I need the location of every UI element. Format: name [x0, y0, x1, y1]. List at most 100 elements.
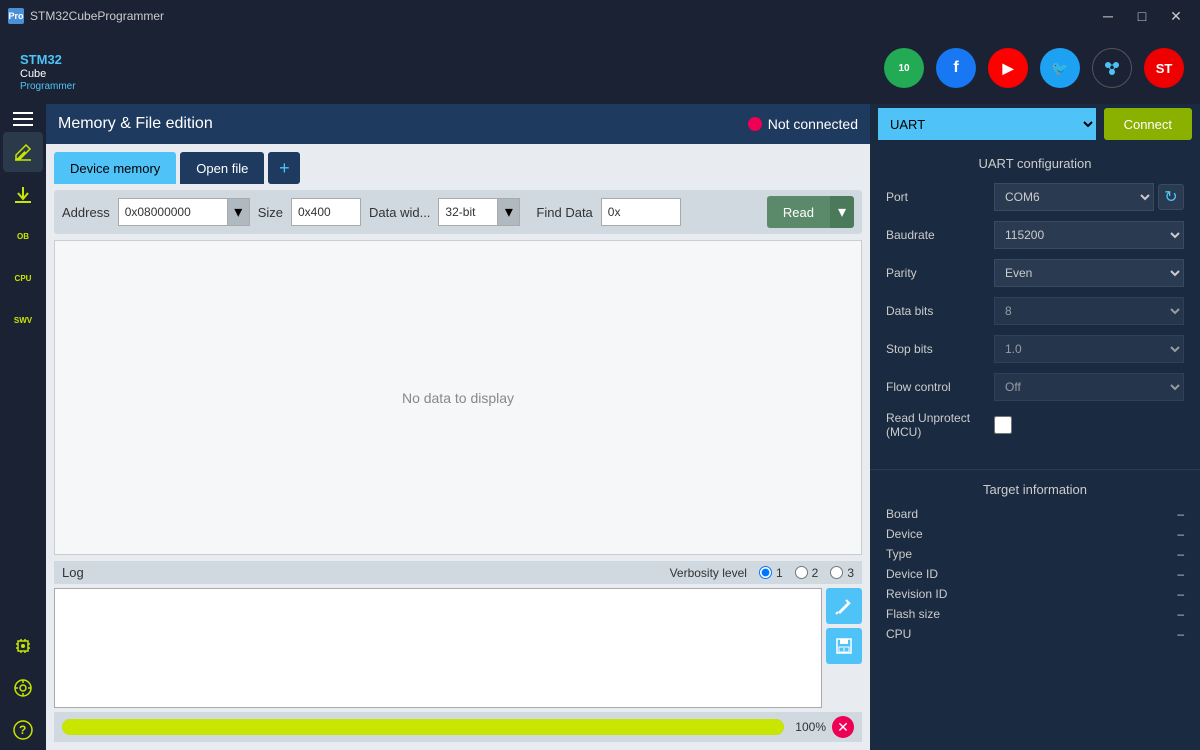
- baudrate-row: Baudrate 115200: [886, 221, 1184, 249]
- verbosity-3-radio[interactable]: [830, 566, 843, 579]
- interface-select[interactable]: UART: [878, 108, 1096, 140]
- sidebar: OB CPU SWV: [0, 104, 46, 750]
- minimize-button[interactable]: ─: [1092, 6, 1124, 26]
- parity-select[interactable]: Even: [994, 259, 1184, 287]
- stop-bits-label: Stop bits: [886, 342, 986, 356]
- type-label: Type: [886, 547, 1177, 561]
- log-textarea[interactable]: [54, 588, 822, 708]
- 10year-icon[interactable]: 10: [884, 48, 924, 88]
- data-bits-label: Data bits: [886, 304, 986, 318]
- verbosity-2-radio[interactable]: [795, 566, 808, 579]
- right-panel-top: UART Connect: [870, 104, 1200, 144]
- parity-label: Parity: [886, 266, 986, 280]
- verbosity-2[interactable]: 2: [795, 566, 819, 580]
- data-display-area: No data to display: [54, 240, 862, 555]
- community-svg: [1101, 57, 1123, 79]
- sidebar-item-ob[interactable]: OB: [3, 216, 43, 256]
- sidebar-item-swv[interactable]: SWV: [3, 300, 43, 340]
- read-btn-group: Read ▾: [767, 196, 854, 228]
- sidebar-item-help[interactable]: ?: [3, 710, 43, 750]
- connection-status: Not connected: [748, 116, 858, 132]
- port-refresh-button[interactable]: ↻: [1158, 184, 1184, 210]
- menu-button[interactable]: [9, 108, 37, 130]
- data-width-input[interactable]: [438, 198, 498, 226]
- verbosity-1-radio[interactable]: [759, 566, 772, 579]
- svg-text:?: ?: [19, 723, 26, 737]
- flash-size-label: Flash size: [886, 607, 1177, 621]
- connect-button[interactable]: Connect: [1104, 108, 1192, 140]
- port-select-group: COM6 ↻: [994, 183, 1184, 211]
- board-value: –: [1177, 507, 1184, 521]
- tab-add-button[interactable]: +: [268, 152, 300, 184]
- address-dropdown[interactable]: ▾: [228, 198, 250, 226]
- device-id-value: –: [1177, 567, 1184, 581]
- verbosity-3-label: 3: [847, 566, 854, 580]
- maximize-button[interactable]: □: [1126, 6, 1158, 26]
- read-unprotect-label: Read Unprotect (MCU): [886, 411, 986, 439]
- log-section: Log Verbosity level 1 2 3: [54, 561, 862, 742]
- verbosity-1-label: 1: [776, 566, 783, 580]
- sidebar-item-chip[interactable]: [3, 626, 43, 666]
- 10year-label: 10: [898, 63, 909, 74]
- close-button[interactable]: ✕: [1160, 6, 1192, 26]
- target-info-title: Target information: [886, 482, 1184, 497]
- youtube-icon[interactable]: ▶: [988, 48, 1028, 88]
- sidebar-item-download[interactable]: [3, 174, 43, 214]
- read-button[interactable]: Read: [767, 196, 830, 228]
- swv-label: SWV: [14, 316, 32, 325]
- verbosity-3[interactable]: 3: [830, 566, 854, 580]
- topbar-left: Memory & File edition: [58, 115, 213, 133]
- parity-row: Parity Even: [886, 259, 1184, 287]
- revision-id-value: –: [1177, 587, 1184, 601]
- titlebar-controls: ─ □ ✕: [1092, 6, 1192, 26]
- address-input[interactable]: [118, 198, 228, 226]
- tab-device-memory[interactable]: Device memory: [54, 152, 176, 184]
- find-data-input[interactable]: [601, 198, 681, 226]
- device-label: Device: [886, 527, 1177, 541]
- device-value: –: [1177, 527, 1184, 541]
- log-body: [54, 588, 862, 708]
- size-label: Size: [258, 205, 283, 220]
- sidebar-item-settings[interactable]: [3, 668, 43, 708]
- controls-row: Address ▾ Size Data wid... ▾ Find Data R…: [54, 190, 862, 234]
- uart-config-title: UART configuration: [886, 156, 1184, 171]
- read-unprotect-row: Read Unprotect (MCU): [886, 411, 1184, 439]
- sidebar-item-edit[interactable]: [3, 132, 43, 172]
- size-input[interactable]: [291, 198, 361, 226]
- facebook-label: f: [953, 59, 958, 77]
- community-icon[interactable]: [1092, 48, 1132, 88]
- log-clear-button[interactable]: [826, 588, 862, 624]
- tab-open-file[interactable]: Open file: [180, 152, 264, 184]
- verbosity-1[interactable]: 1: [759, 566, 783, 580]
- twitter-icon[interactable]: 🐦: [1040, 48, 1080, 88]
- data-bits-select[interactable]: 8: [994, 297, 1184, 325]
- chip-icon: [12, 635, 34, 657]
- verbosity-group: Verbosity level 1 2 3: [670, 566, 854, 580]
- data-width-label: Data wid...: [369, 205, 430, 220]
- st-logo-icon[interactable]: ST: [1144, 48, 1184, 88]
- settings-icon: [12, 677, 34, 699]
- stop-bits-select[interactable]: 1.0: [994, 335, 1184, 363]
- broom-icon: [834, 596, 854, 616]
- edit-icon: [12, 141, 34, 163]
- data-width-dropdown[interactable]: ▾: [498, 198, 520, 226]
- log-save-button[interactable]: [826, 628, 862, 664]
- target-info-section: Target information Board – Device – Type…: [870, 469, 1200, 659]
- svg-text:STM32: STM32: [20, 52, 62, 67]
- baudrate-select[interactable]: 115200: [994, 221, 1184, 249]
- port-select[interactable]: COM6: [994, 183, 1154, 211]
- header-icons: 10 f ▶ 🐦 ST: [884, 48, 1184, 88]
- sidebar-item-cpu[interactable]: CPU: [3, 258, 43, 298]
- verbosity-2-label: 2: [812, 566, 819, 580]
- flow-control-label: Flow control: [886, 380, 986, 394]
- read-unprotect-checkbox[interactable]: [994, 416, 1012, 434]
- youtube-label: ▶: [1003, 60, 1014, 77]
- flow-control-select[interactable]: Off: [994, 373, 1184, 401]
- device-id-label: Device ID: [886, 567, 1177, 581]
- facebook-icon[interactable]: f: [936, 48, 976, 88]
- progress-close-button[interactable]: ✕: [832, 716, 854, 738]
- flash-size-value: –: [1177, 607, 1184, 621]
- status-text: Not connected: [768, 116, 858, 132]
- revision-id-row: Revision ID –: [886, 587, 1184, 601]
- read-dropdown[interactable]: ▾: [830, 196, 854, 228]
